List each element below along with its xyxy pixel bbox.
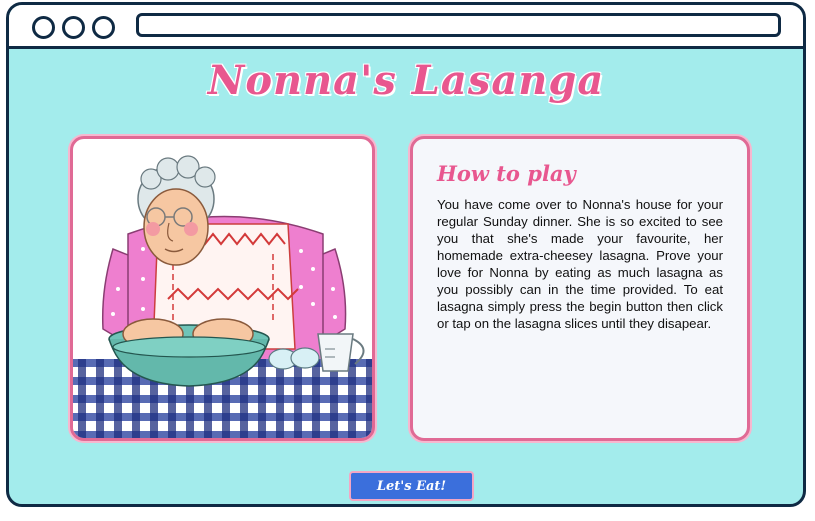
illustration-card <box>70 136 375 441</box>
lets-eat-button[interactable]: Let's Eat! <box>349 471 474 501</box>
instructions-heading: How to play <box>437 161 576 186</box>
browser-chrome <box>9 5 803 49</box>
app-window: Nonna's Lasanga How to play You have com… <box>6 2 806 507</box>
page-title: Nonna's Lasanga <box>207 57 605 104</box>
window-control-2[interactable] <box>62 16 85 39</box>
instructions-card: How to play You have come over to Nonna'… <box>410 136 750 441</box>
window-control-3[interactable] <box>92 16 115 39</box>
instructions-text: You have come over to Nonna's house for … <box>437 197 723 331</box>
nonna-illustration <box>73 155 372 438</box>
address-bar[interactable] <box>136 13 781 37</box>
window-control-1[interactable] <box>32 16 55 39</box>
